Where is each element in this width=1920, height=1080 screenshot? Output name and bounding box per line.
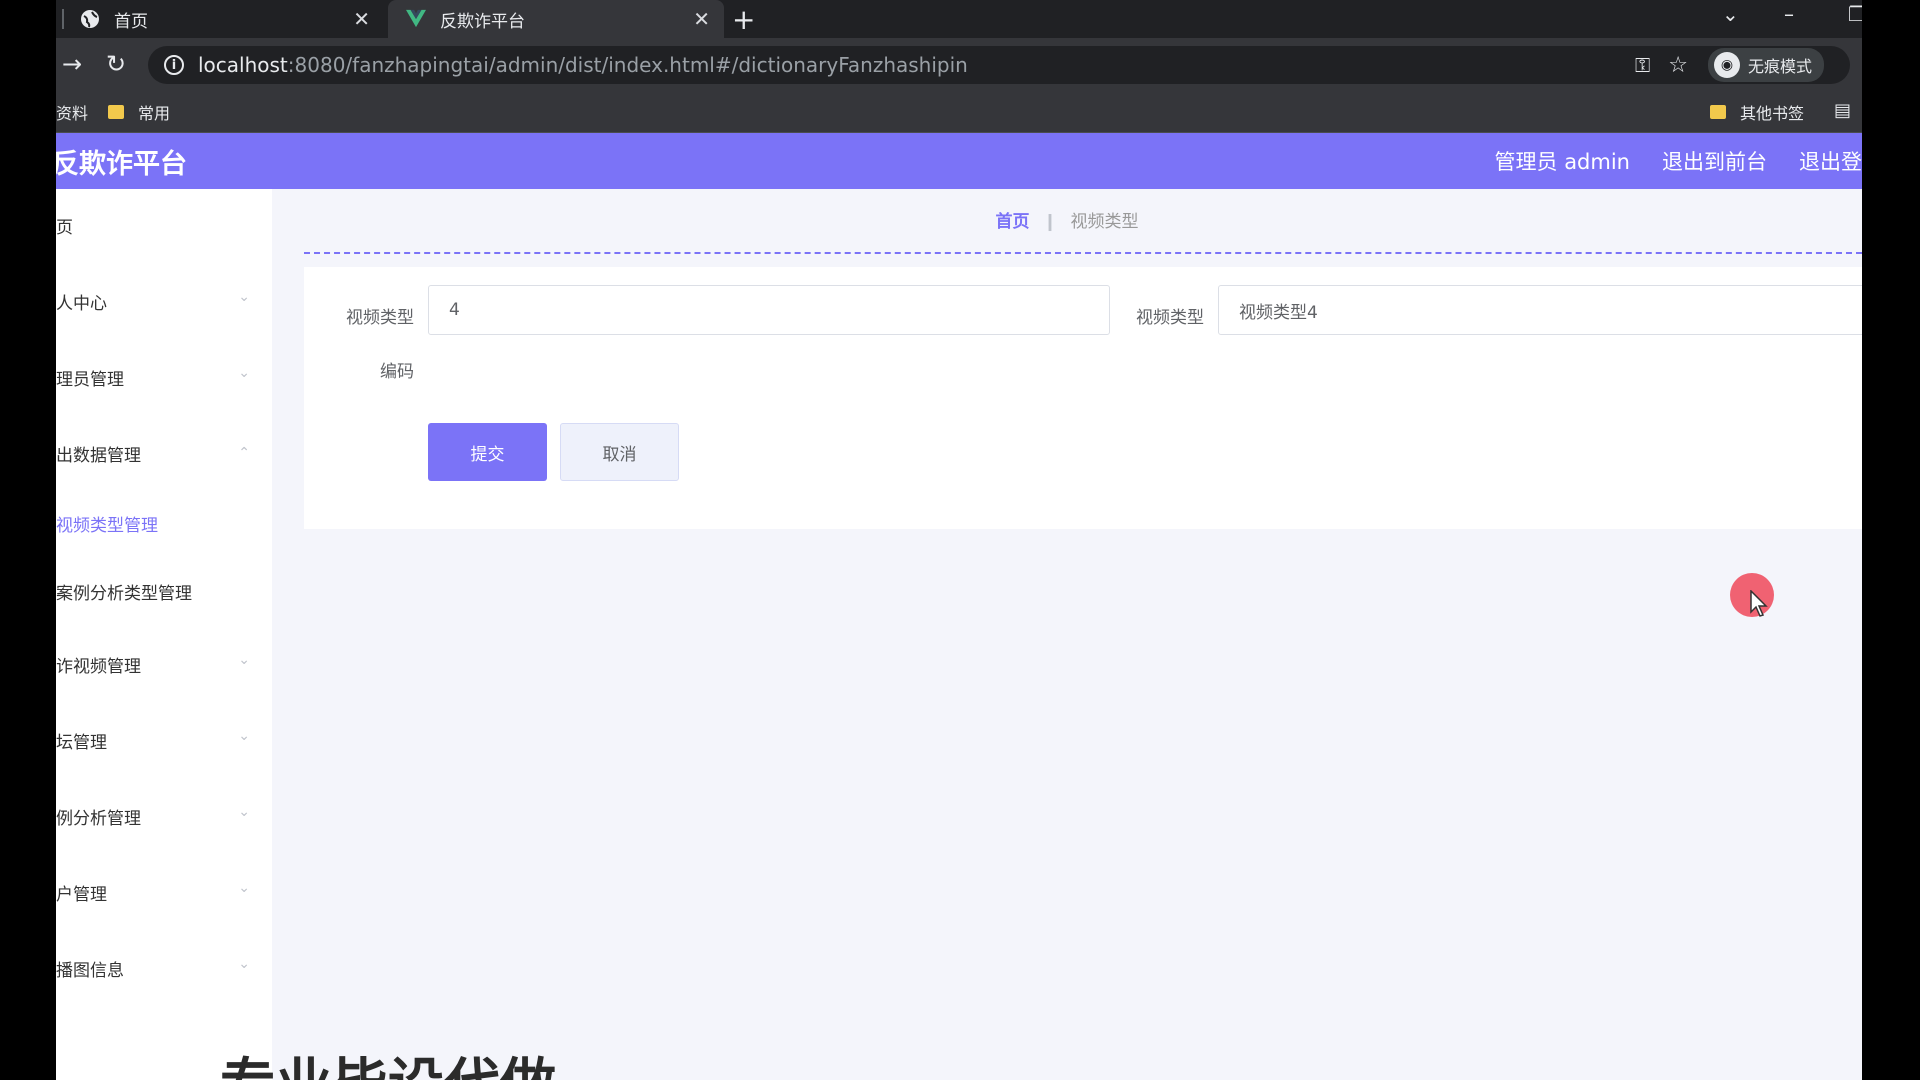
chevron-down-icon: ⌄ bbox=[238, 365, 250, 381]
incognito-indicator[interactable]: ◉ 无痕模式 bbox=[1707, 48, 1824, 82]
chevron-down-icon: ⌄ bbox=[238, 652, 250, 668]
chevron-up-icon: ⌃ bbox=[238, 445, 250, 461]
globe-icon bbox=[80, 9, 100, 29]
sidebar-item-case[interactable]: 例分析管理 ⌄ bbox=[56, 796, 272, 836]
app-header: 反欺诈平台 管理员 admin 退出到前台 退出登 bbox=[56, 133, 1862, 189]
site-info-icon[interactable]: i bbox=[164, 55, 184, 75]
name-input[interactable]: 视频类型4 bbox=[1218, 285, 1862, 335]
sidebar-item-case-type[interactable]: 案例分析类型管理 bbox=[56, 571, 272, 611]
minimize-icon[interactable]: – bbox=[1784, 2, 1794, 26]
bookmark-folder-other[interactable]: 其他书签 bbox=[1710, 100, 1804, 124]
chevron-down-icon: ⌄ bbox=[238, 804, 250, 820]
incognito-icon: ◉ bbox=[1713, 52, 1740, 78]
breadcrumb-current: 视频类型 bbox=[1070, 212, 1139, 232]
sidebar-item-home[interactable]: 页 bbox=[56, 205, 272, 245]
browser-toolbar: → ↻ i localhost:8080/fanzhapingtai/admin… bbox=[56, 38, 1862, 92]
logout-link[interactable]: 退出登 bbox=[1799, 146, 1862, 176]
incognito-label: 无痕模式 bbox=[1747, 57, 1812, 76]
form-label-name: 视频类型 bbox=[1136, 308, 1204, 328]
black-border bbox=[1862, 0, 1920, 1080]
close-icon[interactable]: ✕ bbox=[353, 7, 370, 31]
sidebar: 页 人中心 ⌄ 理员管理 ⌄ 出数据管理 ⌃ 视频类型管理 案例分析类型管理 诈视频管… bbox=[56, 189, 272, 1080]
breadcrumb-separator-icon: ❙ bbox=[1042, 212, 1058, 232]
bookmarks-bar: 资料 常用 其他书签 ▤ bbox=[56, 92, 1862, 133]
chevron-down-icon: ⌄ bbox=[238, 956, 250, 972]
sidebar-item-profile[interactable]: 人中心 ⌄ bbox=[56, 281, 272, 321]
divider bbox=[304, 252, 1862, 254]
main-content: 首页 ❙ 视频类型 视频类型 编码 4 视频类型 视频类型4 提交 取消 bbox=[272, 189, 1862, 1080]
address-bar[interactable]: i localhost:8080/fanzhapingtai/admin/dis… bbox=[148, 46, 1850, 84]
submit-button[interactable]: 提交 bbox=[428, 423, 547, 481]
sidebar-item-basic-data[interactable]: 出数据管理 ⌃ bbox=[56, 433, 272, 473]
app-title: 反欺诈平台 bbox=[56, 148, 187, 180]
overlay-text: 专业毕设代做 bbox=[220, 1040, 556, 1080]
cursor-arrow-icon bbox=[1750, 589, 1768, 625]
cancel-button[interactable]: 取消 bbox=[560, 423, 679, 481]
vue-logo-icon bbox=[406, 9, 426, 29]
tab-title: 反欺诈平台 bbox=[440, 11, 525, 32]
screen: 首页 ✕ 反欺诈平台 ✕ + ⌄ – ❐ → ↻ i localhost:808… bbox=[56, 0, 1862, 1080]
key-icon[interactable]: ⚿ bbox=[1635, 53, 1650, 77]
browser-tabbar: 首页 ✕ 反欺诈平台 ✕ + ⌄ – ❐ bbox=[56, 0, 1862, 38]
bookmark-star-icon[interactable]: ☆ bbox=[1668, 53, 1688, 78]
folder-icon bbox=[108, 105, 124, 119]
reading-list-icon[interactable]: ▤ bbox=[1834, 100, 1851, 121]
forward-icon[interactable]: → bbox=[62, 50, 82, 78]
sidebar-item-user[interactable]: 户管理 ⌄ bbox=[56, 872, 272, 912]
tab-home[interactable]: 首页 ✕ bbox=[56, 0, 384, 38]
admin-label: 管理员 admin bbox=[1494, 150, 1630, 174]
sidebar-item-carousel[interactable]: 播图信息 ⌄ bbox=[56, 948, 272, 988]
sidebar-item-video-type[interactable]: 视频类型管理 bbox=[56, 503, 272, 543]
url-text: localhost:8080/fanzhapingtai/admin/dist/… bbox=[198, 53, 968, 77]
breadcrumb: 首页 ❙ 视频类型 bbox=[272, 207, 1862, 232]
sidebar-item-forum[interactable]: 坛管理 ⌄ bbox=[56, 720, 272, 760]
close-icon[interactable]: ✕ bbox=[693, 7, 710, 31]
sidebar-item-admin[interactable]: 理员管理 ⌄ bbox=[56, 357, 272, 397]
header-links: 管理员 admin 退出到前台 退出登 bbox=[1463, 133, 1862, 189]
chevron-down-icon: ⌄ bbox=[238, 880, 250, 896]
code-input[interactable]: 4 bbox=[428, 285, 1110, 335]
form-label-code-suffix: 编码 bbox=[380, 362, 414, 382]
exit-to-front-link[interactable]: 退出到前台 bbox=[1662, 146, 1767, 176]
reload-icon[interactable]: ↻ bbox=[106, 50, 126, 78]
chevron-down-icon: ⌄ bbox=[238, 289, 250, 305]
tab-title: 首页 bbox=[114, 11, 148, 32]
chevron-down-icon: ⌄ bbox=[238, 728, 250, 744]
form-card: 视频类型 编码 4 视频类型 视频类型4 提交 取消 bbox=[304, 267, 1862, 529]
breadcrumb-home[interactable]: 首页 bbox=[995, 212, 1029, 232]
new-tab-button[interactable]: + bbox=[732, 3, 755, 36]
sidebar-item-video[interactable]: 诈视频管理 ⌄ bbox=[56, 644, 272, 684]
bookmark-folder-common[interactable]: 常用 bbox=[108, 100, 170, 124]
omnibox-actions: ⚿ ☆ ◉ 无痕模式 bbox=[1635, 46, 1832, 84]
folder-icon bbox=[1710, 105, 1726, 119]
tab-separator bbox=[62, 9, 64, 29]
tab-app[interactable]: 反欺诈平台 ✕ bbox=[388, 0, 724, 38]
restore-icon[interactable]: ❐ bbox=[1848, 2, 1862, 26]
tab-search-icon[interactable]: ⌄ bbox=[1722, 2, 1739, 26]
form-label-code: 视频类型 bbox=[346, 308, 414, 328]
bookmark-item[interactable]: 资料 bbox=[56, 100, 88, 124]
